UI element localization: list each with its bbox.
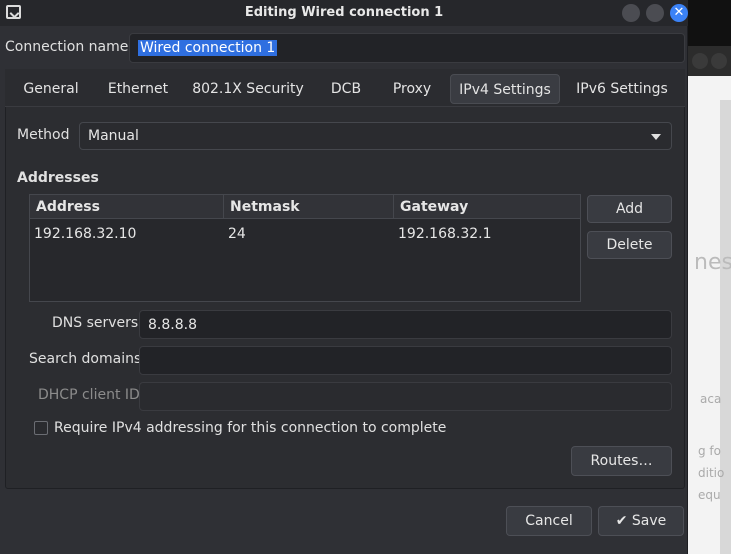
dns-servers-label: DNS servers <box>52 315 139 331</box>
addresses-table[interactable]: Address Netmask Gateway 192.168.32.10 24… <box>29 194 581 302</box>
column-header-address[interactable]: Address <box>30 195 224 219</box>
maximize-button[interactable] <box>646 4 664 22</box>
background-window-controls <box>688 46 731 76</box>
require-ipv4-label[interactable]: Require IPv4 addressing for this connect… <box>54 420 446 436</box>
delete-address-button[interactable]: Delete <box>587 231 672 259</box>
connection-name-input[interactable]: Wired connection 1 <box>129 33 685 63</box>
dhcp-client-id-label: DHCP client ID <box>38 387 140 403</box>
background-window-header <box>688 0 731 46</box>
cancel-button[interactable]: Cancel <box>506 506 592 536</box>
column-header-netmask[interactable]: Netmask <box>224 195 394 219</box>
background-text: ditio <box>698 466 725 480</box>
method-label: Method <box>17 127 70 143</box>
search-domains-input[interactable] <box>139 346 672 375</box>
close-button[interactable]: ✕ <box>670 4 688 22</box>
tab-general[interactable]: General <box>15 74 87 104</box>
connection-name-value: Wired connection 1 <box>138 40 278 56</box>
background-text: aca <box>700 392 722 406</box>
bg-window-button <box>711 53 727 69</box>
routes-button[interactable]: Routes… <box>571 446 672 476</box>
connection-name-label: Connection name <box>5 39 129 55</box>
background-text: nes <box>694 250 731 275</box>
search-domains-label: Search domains <box>29 351 142 367</box>
tab-ipv6-settings[interactable]: IPv6 Settings <box>568 74 676 104</box>
method-value: Manual <box>88 128 139 144</box>
require-ipv4-checkbox[interactable] <box>34 421 48 435</box>
method-dropdown[interactable]: Manual <box>79 122 672 150</box>
cell-netmask[interactable]: 24 <box>224 222 246 246</box>
column-header-gateway[interactable]: Gateway <box>394 195 580 219</box>
dns-servers-input[interactable]: 8.8.8.8 <box>139 310 672 339</box>
tab-ethernet[interactable]: Ethernet <box>97 74 179 104</box>
tab-dcb[interactable]: DCB <box>318 74 374 104</box>
addresses-heading: Addresses <box>17 170 99 186</box>
checkmark-icon: ✔ <box>615 513 628 529</box>
window-title: Editing Wired connection 1 <box>244 5 444 20</box>
background-text: g fo <box>698 444 721 458</box>
background-text: equ <box>698 488 721 502</box>
background-scrollbar <box>720 100 731 554</box>
tab-proxy[interactable]: Proxy <box>382 74 442 104</box>
tab-8021x-security[interactable]: 802.1X Security <box>187 74 309 104</box>
save-button[interactable]: ✔ Save <box>598 506 684 536</box>
bg-window-button <box>692 53 708 69</box>
close-icon: ✕ <box>673 5 685 20</box>
cell-address[interactable]: 192.168.32.10 <box>30 222 136 246</box>
cell-gateway[interactable]: 192.168.32.1 <box>394 222 492 246</box>
tab-ipv4-settings[interactable]: IPv4 Settings <box>450 74 560 104</box>
minimize-button[interactable] <box>622 4 640 22</box>
dhcp-client-id-input[interactable] <box>139 382 672 411</box>
add-address-button[interactable]: Add <box>587 195 672 223</box>
save-label: Save <box>631 513 667 529</box>
chevron-down-icon <box>651 134 661 140</box>
